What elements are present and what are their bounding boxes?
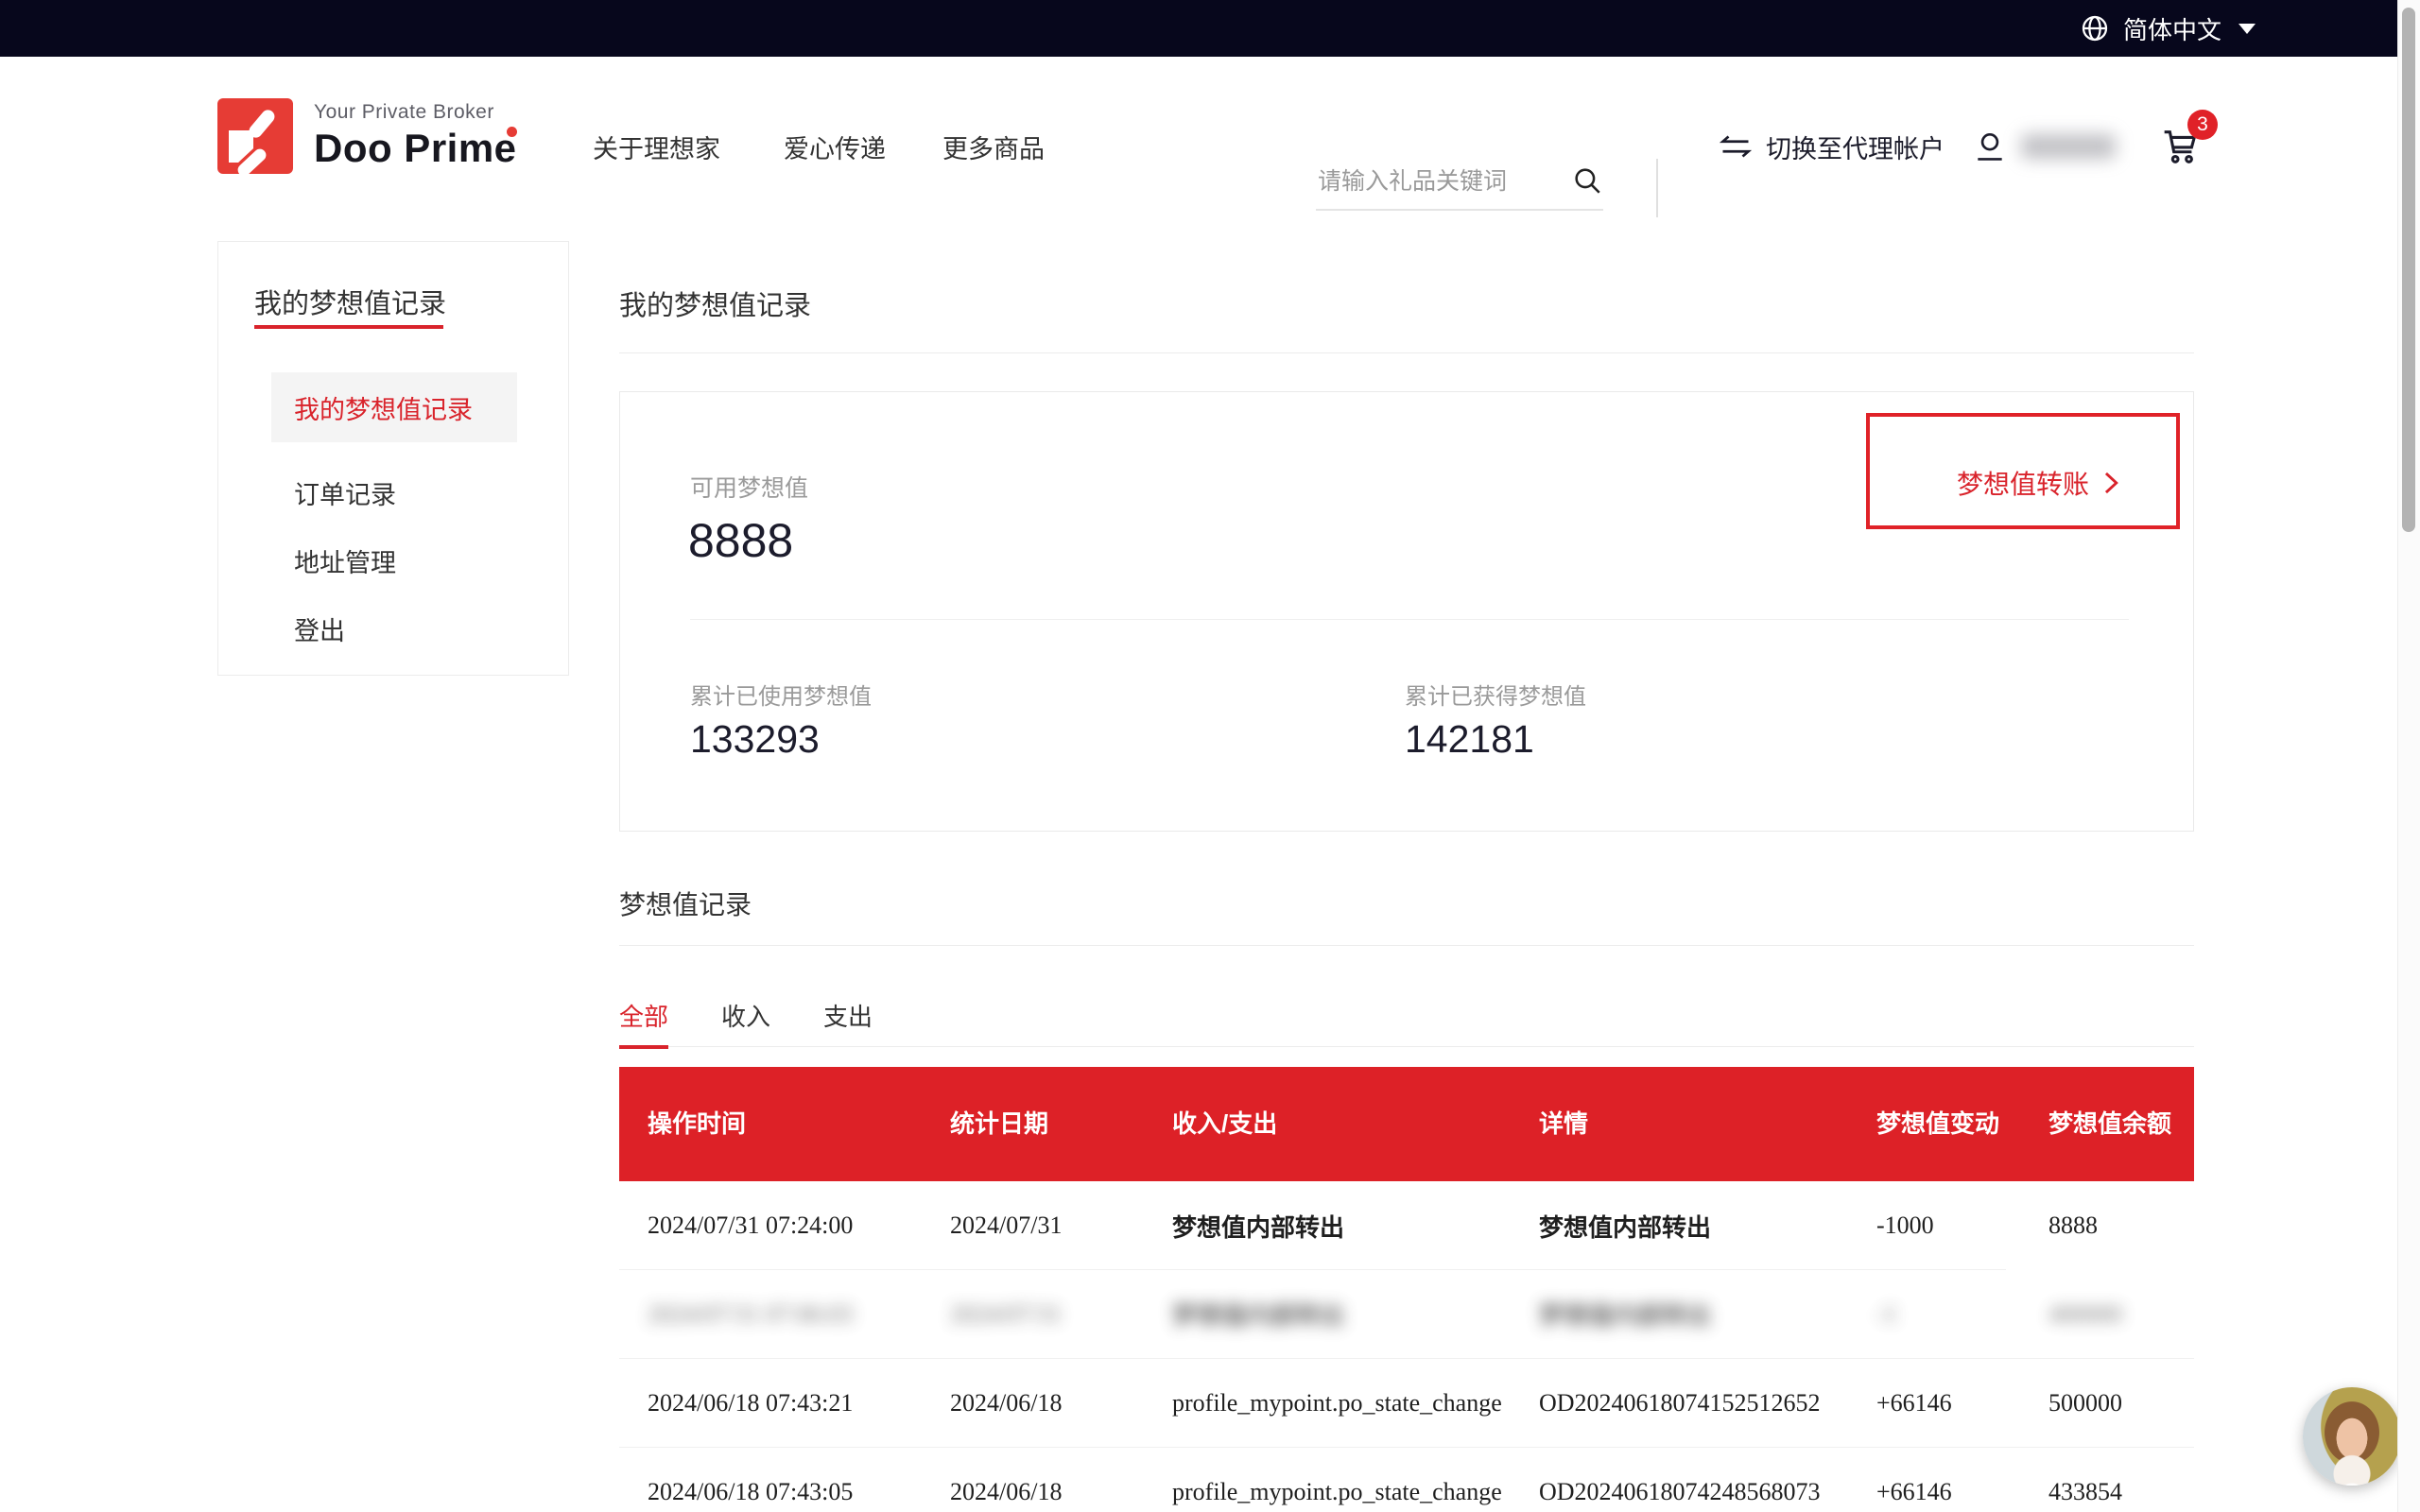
sidebar-item-addresses[interactable]: 地址管理: [271, 525, 517, 595]
transfer-points-link[interactable]: 梦想值转账: [1957, 464, 2121, 502]
earned-points-label: 累计已获得梦想值: [1405, 678, 1586, 711]
cell-type: 梦想值内部转出: [1144, 1270, 1511, 1358]
tab-all[interactable]: 全部: [619, 983, 668, 1047]
nav-item-more-products[interactable]: 更多商品: [942, 57, 1045, 236]
switch-arrows-icon: [1719, 132, 1753, 161]
sidebar-item-orders[interactable]: 订单记录: [271, 457, 517, 527]
cell-balance: 433854: [2020, 1448, 2194, 1512]
search-icon[interactable]: [1571, 164, 1603, 197]
doo-prime-logo-icon: [217, 98, 293, 174]
cell-date: 2024/07/31: [922, 1270, 1144, 1358]
used-points-value: 133293: [690, 717, 820, 762]
cell-type: profile_mypoint.po_state_change: [1144, 1448, 1511, 1512]
chevron-down-icon: [2238, 24, 2256, 34]
header-divider: [1656, 159, 1658, 217]
sidebar-item-dream-record[interactable]: 我的梦想值记录: [271, 372, 517, 442]
col-operate-time: 操作时间: [619, 1067, 922, 1181]
cell-change: -1000: [1848, 1181, 2020, 1270]
logo-tagline: Your Private Broker: [314, 101, 517, 124]
nav-item-charity[interactable]: 爱心传递: [784, 57, 886, 236]
language-label: 简体中文: [2123, 11, 2221, 46]
cart-button[interactable]: 3: [2157, 57, 2201, 236]
cell-change: -1: [1848, 1270, 2020, 1358]
available-points-value: 8888: [688, 513, 793, 568]
records-table: 操作时间 统计日期 收入/支出 详情 梦想值变动 梦想值余额 2024/07/3…: [619, 1067, 2194, 1512]
globe-icon: [2080, 13, 2110, 43]
switch-account-button[interactable]: 切换至代理帐户: [1719, 57, 1945, 236]
records-divider: [619, 945, 2194, 946]
cell-change: +66146: [1848, 1448, 2020, 1512]
summary-card: 可用梦想值 8888 梦想值转账 累计已使用梦想值 133293 累计已获得梦想…: [619, 391, 2194, 832]
chevron-right-icon: [2100, 471, 2121, 495]
brand-dot: [507, 127, 517, 137]
summary-divider: [690, 619, 2129, 620]
cell-date: 2024/07/31: [922, 1181, 1144, 1270]
tab-income[interactable]: 收入: [721, 983, 770, 1047]
language-selector[interactable]: 简体中文: [2080, 0, 2256, 57]
username-blurred: [2021, 134, 2116, 159]
table-row: 2024/07/31 07:24:00 2024/07/31 梦想值内部转出 梦…: [619, 1181, 2194, 1270]
cell-change: +66146: [1848, 1359, 2020, 1447]
cell-time: 2024/07/31 07:06:03: [619, 1270, 922, 1358]
sidebar: 我的梦想值记录 我的梦想值记录 订单记录 地址管理 登出: [217, 241, 569, 676]
user-account[interactable]: [1972, 57, 2116, 236]
table-row: 2024/06/18 07:43:21 2024/06/18 profile_m…: [619, 1359, 2194, 1448]
search-input[interactable]: [1316, 159, 1603, 211]
col-points-change: 梦想值变动: [1848, 1067, 2020, 1181]
available-points-label: 可用梦想值: [690, 470, 808, 504]
records-section-title: 梦想值记录: [619, 885, 752, 922]
col-detail: 详情: [1511, 1067, 1848, 1181]
col-income-expense: 收入/支出: [1144, 1067, 1511, 1181]
scrollbar-track: [2397, 0, 2420, 1512]
records-tabs: 全部 收入 支出: [619, 983, 2194, 1047]
page-title: 我的梦想值记录: [619, 284, 811, 323]
search-box: [1316, 159, 1603, 234]
cell-balance: 500000: [2020, 1359, 2194, 1447]
cell-time: 2024/06/18 07:43:05: [619, 1448, 922, 1512]
top-bar: 简体中文: [0, 0, 2397, 57]
col-points-balance: 梦想值余额: [2020, 1067, 2194, 1181]
table-row-blurred: 2024/07/31 07:06:03 2024/07/31 梦想值内部转出 梦…: [619, 1270, 2194, 1359]
cell-detail: OD20240618074152512652: [1511, 1359, 1848, 1447]
cell-time: 2024/06/18 07:43:21: [619, 1359, 922, 1447]
cell-type: 梦想值内部转出: [1144, 1181, 1511, 1270]
table-row: 2024/06/18 07:43:05 2024/06/18 profile_m…: [619, 1448, 2194, 1512]
page-title-divider: [619, 352, 2194, 353]
switch-account-label: 切换至代理帐户: [1766, 129, 1945, 165]
support-avatar[interactable]: [2303, 1387, 2401, 1486]
sidebar-item-logout[interactable]: 登出: [271, 593, 517, 663]
cell-detail: 梦想值内部转出: [1511, 1270, 1848, 1358]
tab-expense[interactable]: 支出: [823, 983, 873, 1047]
sidebar-title-underline: [254, 325, 443, 329]
cell-balance: 400000: [2020, 1270, 2194, 1358]
table-header-row: 操作时间 统计日期 收入/支出 详情 梦想值变动 梦想值余额: [619, 1067, 2194, 1181]
col-stat-date: 统计日期: [922, 1067, 1144, 1181]
cart-count-badge: 3: [2187, 110, 2218, 140]
cell-time: 2024/07/31 07:24:00: [619, 1181, 922, 1270]
cell-date: 2024/06/18: [922, 1359, 1144, 1447]
logo[interactable]: Your Private Broker Doo Prime: [217, 98, 517, 174]
logo-brand: Doo Prime: [314, 126, 517, 171]
cell-type: profile_mypoint.po_state_change: [1144, 1359, 1511, 1447]
site-header: Your Private Broker Doo Prime 关于理想家 爱心传递…: [0, 57, 2397, 236]
scrollbar-thumb[interactable]: [2402, 8, 2415, 532]
sidebar-title: 我的梦想值记录: [254, 282, 446, 321]
nav-item-about[interactable]: 关于理想家: [593, 57, 720, 236]
used-points-label: 累计已使用梦想值: [690, 678, 872, 711]
transfer-points-label: 梦想值转账: [1957, 464, 2089, 502]
cell-date: 2024/06/18: [922, 1448, 1144, 1512]
cell-detail: OD20240618074248568073: [1511, 1448, 1848, 1512]
cell-balance: 8888: [2020, 1181, 2194, 1270]
earned-points-value: 142181: [1405, 717, 1534, 762]
user-icon: [1972, 129, 2008, 164]
cell-detail: 梦想值内部转出: [1511, 1181, 1848, 1270]
page: 简体中文 Your Private Broker Doo Prime 关于理想家…: [0, 0, 2420, 1512]
